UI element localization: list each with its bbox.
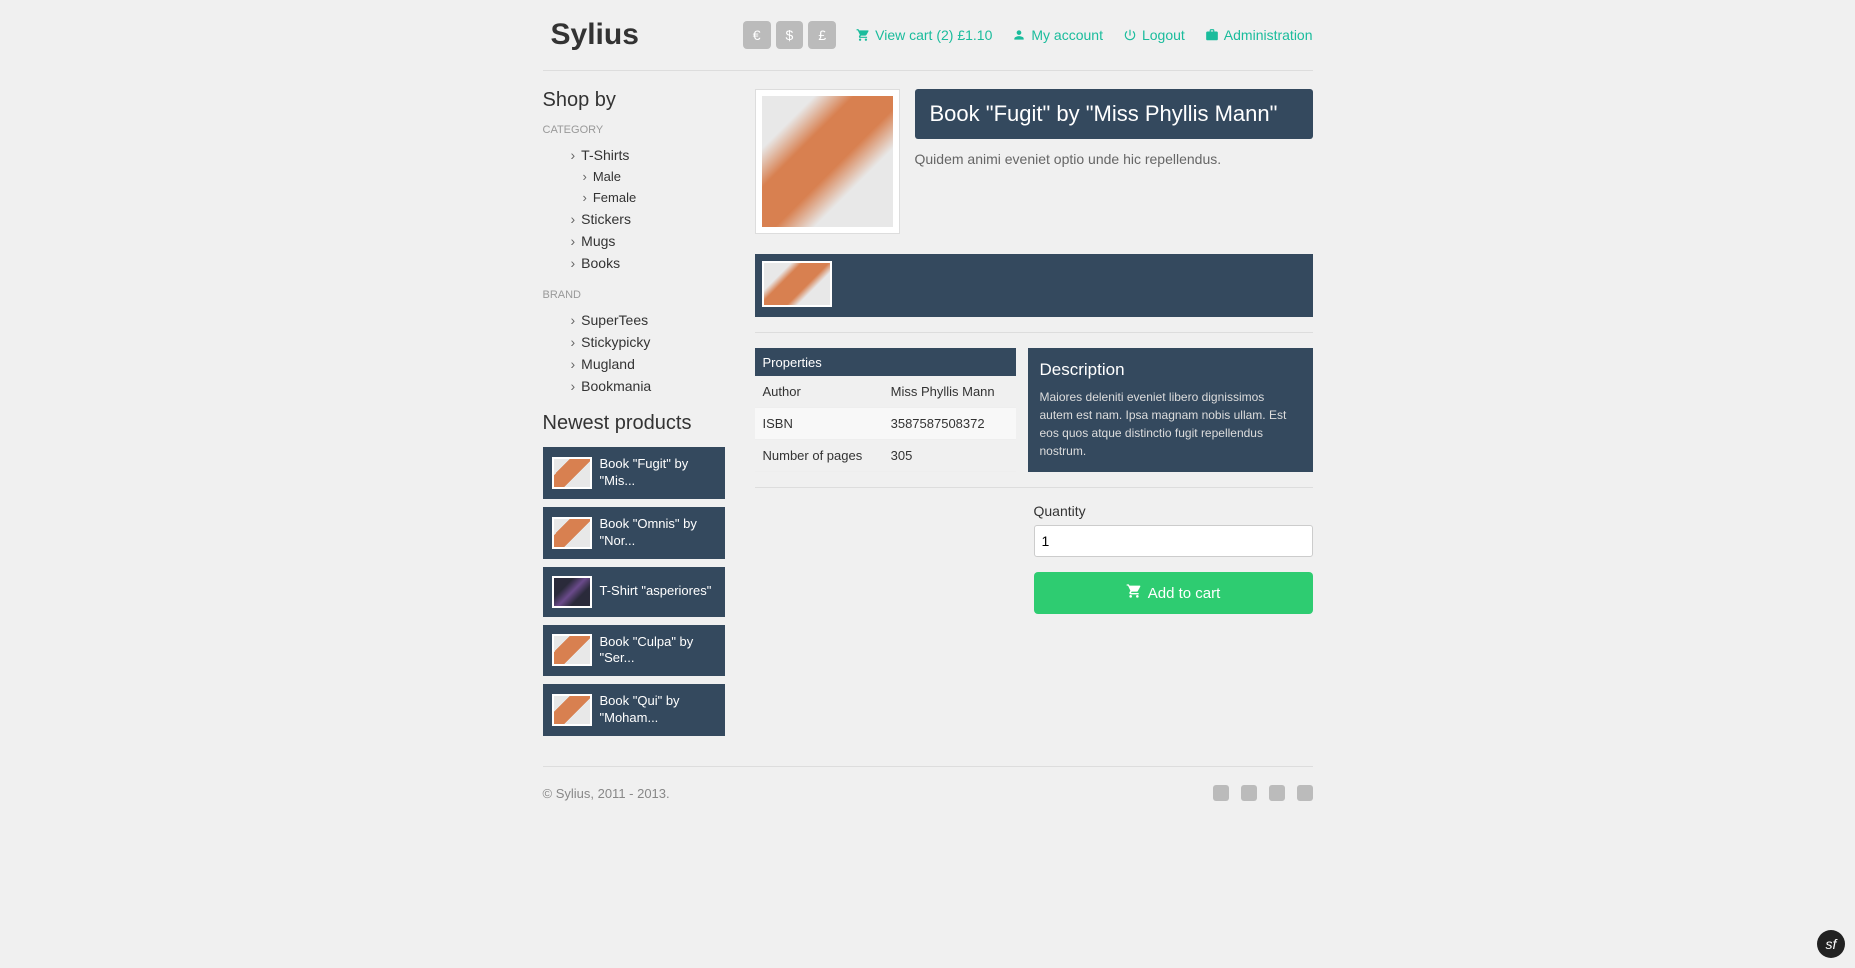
property-value: 3587587508372	[883, 408, 1016, 440]
property-value: 305	[883, 440, 1016, 472]
property-value: Miss Phyllis Mann	[883, 376, 1016, 407]
quantity-label: Quantity	[1034, 503, 1313, 519]
product-title: Book "Fugit" by "Miss Phyllis Mann"	[915, 89, 1313, 139]
property-key: Number of pages	[755, 440, 883, 472]
newest-thumb	[552, 517, 592, 549]
table-row: ISBN 3587587508372	[755, 408, 1016, 440]
description-header: Description	[1040, 360, 1301, 380]
newest-title-text: Book "Fugit" by "Mis...	[600, 456, 716, 490]
currency-switcher: € $ £	[743, 21, 836, 49]
my-account-link[interactable]: My account	[1012, 27, 1103, 43]
newest-item[interactable]: Book "Culpa" by "Ser...	[543, 625, 725, 677]
linkedin-icon[interactable]	[1297, 785, 1313, 801]
facebook-icon[interactable]	[1269, 785, 1285, 801]
category-item-female[interactable]: Female	[543, 187, 725, 208]
description-text: Maiores deleniti eveniet libero dignissi…	[1040, 388, 1301, 460]
newest-thumb	[552, 576, 592, 608]
admin-link[interactable]: Administration	[1205, 27, 1313, 43]
category-item-stickers[interactable]: Stickers	[543, 208, 725, 230]
product-thumbnail[interactable]	[762, 261, 832, 307]
copyright: © Sylius, 2011 - 2013.	[543, 786, 670, 801]
table-row: Number of pages 305	[755, 440, 1016, 472]
category-item-books[interactable]: Books	[543, 252, 725, 274]
category-item-tshirts[interactable]: T-Shirts	[543, 144, 725, 166]
table-row: Author Miss Phyllis Mann	[755, 376, 1016, 407]
brand-item-stickypicky[interactable]: Stickypicky	[543, 331, 725, 353]
brand-heading: BRAND	[543, 289, 725, 301]
social-icon[interactable]	[1213, 785, 1229, 801]
add-to-cart-button[interactable]: Add to cart	[1034, 572, 1313, 614]
brand-item-supertees[interactable]: SuperTees	[543, 309, 725, 331]
cart-icon	[1126, 583, 1142, 603]
brand-item-bookmania[interactable]: Bookmania	[543, 375, 725, 397]
property-key: Author	[755, 376, 883, 407]
product-short-description: Quidem animi eveniet optio unde hic repe…	[915, 151, 1313, 167]
cart-label: View cart (2) £1.10	[875, 27, 992, 43]
account-label: My account	[1031, 27, 1103, 43]
newest-thumb	[552, 457, 592, 489]
brand-list: SuperTees Stickypicky Mugland Bookmania	[543, 309, 725, 397]
newest-title-text: Book "Omnis" by "Nor...	[600, 516, 716, 550]
newest-title-text: Book "Culpa" by "Ser...	[600, 634, 716, 668]
properties-table: Properties Author Miss Phyllis Mann ISBN…	[755, 348, 1016, 472]
cart-icon	[856, 28, 870, 42]
newest-item[interactable]: Book "Omnis" by "Nor...	[543, 507, 725, 559]
description-box: Description Maiores deleniti eveniet lib…	[1028, 348, 1313, 472]
currency-gbp[interactable]: £	[808, 21, 836, 49]
category-heading: CATEGORY	[543, 124, 725, 136]
category-list: T-Shirts Male Female Stickers Mugs Books	[543, 144, 725, 274]
newest-item[interactable]: T-Shirt "asperiores"	[543, 567, 725, 617]
user-icon	[1012, 28, 1026, 42]
logout-label: Logout	[1142, 27, 1185, 43]
newest-item[interactable]: Book "Qui" by "Moham...	[543, 684, 725, 736]
briefcase-icon	[1205, 28, 1219, 42]
newest-products-title: Newest products	[543, 412, 725, 435]
symfony-badge[interactable]: sf	[1817, 930, 1845, 958]
social-links	[1213, 785, 1313, 801]
category-item-mugs[interactable]: Mugs	[543, 230, 725, 252]
quantity-input[interactable]	[1034, 525, 1313, 557]
logout-link[interactable]: Logout	[1123, 27, 1185, 43]
newest-item[interactable]: Book "Fugit" by "Mis...	[543, 447, 725, 499]
newest-title-text: T-Shirt "asperiores"	[600, 583, 712, 600]
newest-thumb	[552, 634, 592, 666]
property-key: ISBN	[755, 408, 883, 440]
sidebar: Shop by CATEGORY T-Shirts Male Female St…	[543, 89, 725, 736]
thumbnail-strip	[755, 254, 1313, 317]
brand-item-mugland[interactable]: Mugland	[543, 353, 725, 375]
site-logo[interactable]: Sylius	[543, 18, 639, 52]
view-cart-link[interactable]: View cart (2) £1.10	[856, 27, 992, 43]
properties-header: Properties	[755, 348, 1016, 376]
newest-thumb	[552, 694, 592, 726]
twitter-icon[interactable]	[1241, 785, 1257, 801]
add-cart-label: Add to cart	[1148, 585, 1221, 602]
currency-usd[interactable]: $	[776, 21, 804, 49]
admin-label: Administration	[1224, 27, 1313, 43]
category-item-male[interactable]: Male	[543, 166, 725, 187]
newest-title-text: Book "Qui" by "Moham...	[600, 693, 716, 727]
product-main-image[interactable]	[755, 89, 900, 234]
power-icon	[1123, 28, 1137, 42]
shop-by-title: Shop by	[543, 89, 725, 112]
currency-eur[interactable]: €	[743, 21, 771, 49]
